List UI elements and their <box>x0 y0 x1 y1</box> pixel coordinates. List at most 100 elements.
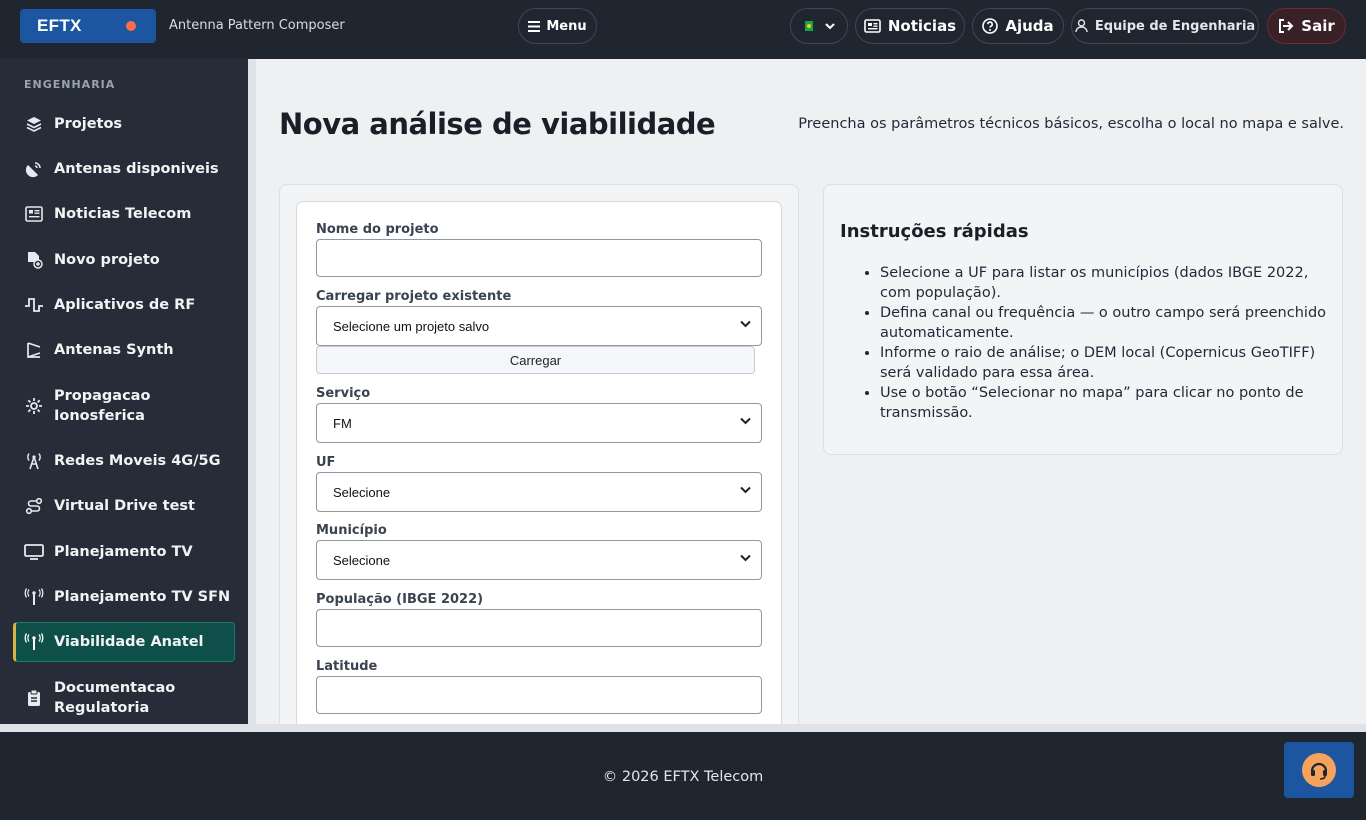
sidebar-item-label: Antenas Synth <box>54 342 174 358</box>
brand-logo[interactable]: EFTX <box>20 9 156 43</box>
user-button[interactable]: Equipe de Engenharia <box>1071 8 1259 44</box>
page-description: Preencha os parâmetros técnicos básicos,… <box>798 116 1344 132</box>
uf-label: UF <box>316 455 336 470</box>
logout-label: Sair <box>1301 17 1335 35</box>
brand-name: EFTX <box>37 16 82 35</box>
sidebar-item-redes-moveis[interactable]: Redes Moveis 4G/5G <box>13 451 235 471</box>
broadcast-icon <box>24 587 44 607</box>
sidebar-item-label: Planejamento TV SFN <box>54 589 231 605</box>
question-circle-icon <box>982 18 999 34</box>
service-select[interactable]: FM <box>316 403 762 443</box>
sidebar-item-label: Planejamento TV <box>54 544 193 560</box>
sidebar-item-label: Noticias Telecom <box>54 206 192 222</box>
latitude-input[interactable] <box>316 676 762 714</box>
latitude-label: Latitude <box>316 659 378 674</box>
sidebar-item-label: Documentacao Regulatoria <box>54 680 176 716</box>
support-chat-button[interactable] <box>1284 742 1354 798</box>
uf-select-value: Selecione <box>333 484 391 500</box>
help-label: Ajuda <box>1005 17 1054 35</box>
sidebar-item-viabilidade-anatel[interactable]: Viabilidade Anatel <box>13 622 235 662</box>
antenna-synth-icon <box>24 340 44 360</box>
chevron-down-icon <box>740 417 751 425</box>
news-button[interactable]: Noticias <box>855 8 965 44</box>
sidebar-item-projetos[interactable]: Projetos <box>13 114 235 134</box>
hamburger-icon <box>528 20 541 32</box>
brazil-flag-icon <box>805 21 813 31</box>
cell-tower-icon <box>24 451 44 471</box>
sidebar-item-label: Virtual Drive test <box>54 498 195 514</box>
instruction-item: Informe o raio de análise; o DEM local (… <box>880 343 1330 383</box>
instruction-item: Selecione a UF para listar os municípios… <box>880 263 1330 303</box>
top-navbar: EFTX Antenna Pattern Composer Menu Notic… <box>0 0 1366 59</box>
news-label: Noticias <box>887 17 957 35</box>
menu-label: Menu <box>546 18 587 34</box>
instructions-list: Selecione a UF para listar os municípios… <box>880 263 1330 423</box>
chevron-down-icon <box>740 486 751 494</box>
user-icon <box>1075 19 1088 33</box>
sidebar-item-documentacao-regulatoria[interactable]: Documentacao Regulatoria <box>13 678 235 718</box>
monitor-icon <box>24 542 44 562</box>
project-name-label: Nome do projeto <box>316 222 439 237</box>
help-button[interactable]: Ajuda <box>972 8 1064 44</box>
status-dot <box>126 21 136 31</box>
instruction-item: Defina canal ou frequência — o outro cam… <box>880 303 1330 343</box>
language-selector[interactable] <box>790 8 848 44</box>
population-label: População (IBGE 2022) <box>316 592 484 607</box>
sidebar-item-label: Antenas disponiveis <box>54 161 219 177</box>
logout-icon <box>1279 19 1294 33</box>
user-label: Equipe de Engenharia <box>1094 18 1256 34</box>
municipio-label: Município <box>316 523 387 538</box>
chevron-down-icon <box>740 320 751 328</box>
route-icon <box>24 496 44 516</box>
layers-icon <box>24 114 44 134</box>
sidebar-item-label: Viabilidade Anatel <box>54 634 204 650</box>
sidebar-item-planejamento-tv[interactable]: Planejamento TV <box>13 542 235 562</box>
population-input[interactable] <box>316 609 762 647</box>
load-project-button[interactable]: Carregar <box>316 346 755 374</box>
instructions-card: Instruções rápidas Selecione a UF para l… <box>823 184 1343 455</box>
clipboard-icon <box>24 688 44 708</box>
copyright-text: © 2026 EFTX Telecom <box>602 769 764 785</box>
main-content: Nova análise de viabilidade Preencha os … <box>256 59 1366 724</box>
sidebar-item-antenas-disponiveis[interactable]: Antenas disponiveis <box>13 159 235 179</box>
sidebar-item-noticias-telecom[interactable]: Noticias Telecom <box>13 204 235 224</box>
sidebar-item-antenas-synth[interactable]: Antenas Synth <box>13 340 235 360</box>
viability-form: Nome do projeto Carregar projeto existen… <box>296 201 782 724</box>
instruction-item: Use o botão “Selecionar no mapa” para cl… <box>880 383 1330 423</box>
sidebar-item-virtual-drive-test[interactable]: Virtual Drive test <box>13 496 235 516</box>
new-file-icon <box>24 250 44 270</box>
chevron-down-icon <box>740 554 751 562</box>
uf-select[interactable]: Selecione <box>316 472 762 512</box>
load-project-select-value: Selecione um projeto salvo <box>333 318 490 334</box>
headset-icon <box>1302 753 1336 787</box>
sidebar-item-label: Propagacao Ionosferica <box>54 388 151 424</box>
load-project-select[interactable]: Selecione um projeto salvo <box>316 306 762 346</box>
page-title: Nova análise de viabilidade <box>279 107 716 141</box>
newspaper-icon <box>24 204 44 224</box>
menu-button[interactable]: Menu <box>518 8 597 44</box>
horizontal-scrollbar[interactable] <box>0 724 1366 732</box>
footer: © 2026 EFTX Telecom <box>0 732 1366 820</box>
service-label: Serviço <box>316 386 371 401</box>
form-card: Nome do projeto Carregar projeto existen… <box>279 184 799 724</box>
sidebar-item-label: Novo projeto <box>54 252 160 268</box>
satellite-dish-icon <box>24 159 44 179</box>
sidebar: ENGENHARIA Projetos Antenas disponiveis … <box>0 59 248 724</box>
chevron-down-icon <box>825 22 835 29</box>
waveform-icon <box>24 295 44 315</box>
sidebar-divider <box>248 59 256 724</box>
service-select-value: FM <box>333 415 352 431</box>
sidebar-item-label: Aplicativos de RF <box>54 297 196 313</box>
municipio-select-value: Selecione <box>333 552 391 568</box>
sidebar-item-label: Redes Moveis 4G/5G <box>54 453 221 469</box>
gear-icon <box>24 396 44 416</box>
municipio-select[interactable]: Selecione <box>316 540 762 580</box>
sidebar-item-planejamento-tv-sfn[interactable]: Planejamento TV SFN <box>13 587 235 607</box>
newspaper-icon <box>864 19 881 33</box>
logout-button[interactable]: Sair <box>1267 8 1346 44</box>
sidebar-item-novo-projeto[interactable]: Novo projeto <box>13 250 235 270</box>
project-name-input[interactable] <box>316 239 762 277</box>
sidebar-item-aplicativos-rf[interactable]: Aplicativos de RF <box>13 295 235 315</box>
instructions-title: Instruções rápidas <box>840 221 1029 242</box>
sidebar-item-propagacao-ionosferica[interactable]: Propagacao Ionosferica <box>13 386 235 426</box>
